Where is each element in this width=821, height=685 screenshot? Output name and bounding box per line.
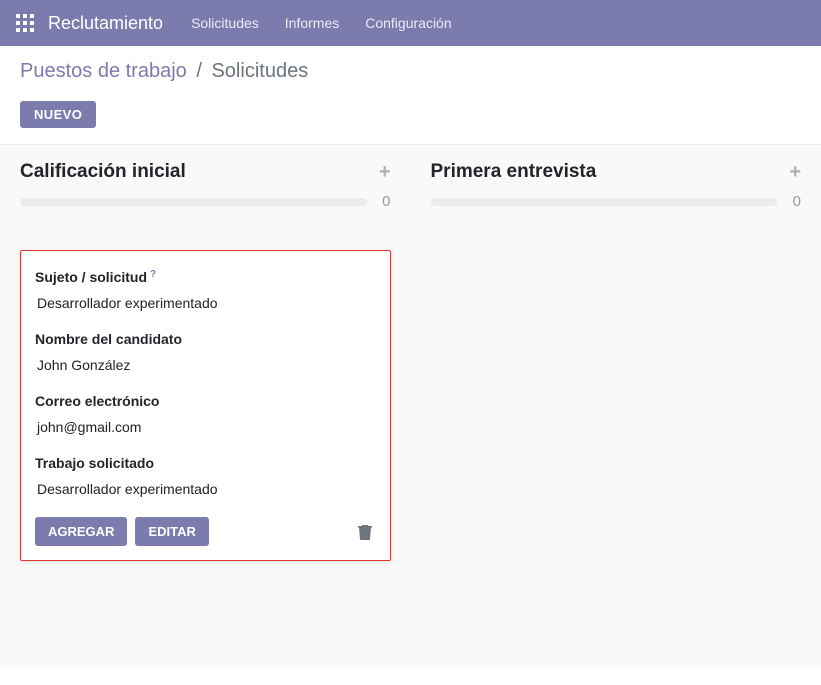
field-value-job[interactable]: Desarrollador experimentado (35, 481, 376, 497)
edit-button[interactable]: EDITAR (135, 517, 208, 546)
column-header: Primera entrevista + (431, 161, 802, 183)
trash-icon[interactable] (354, 520, 376, 544)
kanban-board: Calificación inicial + 0 Sujeto / solici… (0, 145, 821, 665)
app-brand[interactable]: Reclutamiento (48, 13, 163, 34)
kanban-column-initial-qualification: Calificación inicial + 0 Sujeto / solici… (20, 161, 391, 625)
field-subject: Sujeto / solicitud ? Desarrollador exper… (35, 269, 376, 311)
label-text: Nombre del candidato (35, 331, 182, 347)
breadcrumb-root[interactable]: Puestos de trabajo (20, 60, 187, 82)
card-actions: AGREGAR EDITAR (35, 517, 376, 546)
nav-item-configuracion[interactable]: Configuración (365, 15, 451, 31)
column-header: Calificación inicial + (20, 161, 391, 183)
breadcrumb-current: Solicitudes (211, 60, 308, 82)
quick-create-card: Sujeto / solicitud ? Desarrollador exper… (20, 250, 391, 561)
progress-bar (431, 198, 778, 206)
column-title: Calificación inicial (20, 161, 186, 183)
column-count: 0 (377, 193, 391, 210)
field-job: Trabajo solicitado Desarrollador experim… (35, 455, 376, 497)
field-value-email[interactable]: john@gmail.com (35, 419, 376, 435)
column-add-icon[interactable]: + (379, 162, 391, 182)
new-button[interactable]: NUEVO (20, 101, 96, 128)
field-value-candidate[interactable]: John González (35, 357, 376, 373)
column-add-icon[interactable]: + (789, 162, 801, 182)
kanban-column-first-interview: Primera entrevista + 0 (431, 161, 802, 625)
help-icon[interactable]: ? (150, 269, 156, 280)
progress-bar (20, 198, 367, 206)
page-header: Puestos de trabajo / Solicitudes NUEVO (0, 46, 821, 145)
column-count: 0 (787, 193, 801, 210)
field-email: Correo electrónico john@gmail.com (35, 393, 376, 435)
apps-icon[interactable] (16, 14, 34, 32)
field-label-job: Trabajo solicitado (35, 455, 376, 471)
column-progress: 0 (431, 193, 802, 210)
top-nav: Reclutamiento Solicitudes Informes Confi… (0, 0, 821, 46)
field-label-candidate: Nombre del candidato (35, 331, 376, 347)
field-label-email: Correo electrónico (35, 393, 376, 409)
label-text: Trabajo solicitado (35, 455, 154, 471)
breadcrumb-separator: / (196, 60, 202, 82)
breadcrumb: Puestos de trabajo / Solicitudes (20, 60, 801, 83)
column-title: Primera entrevista (431, 161, 597, 183)
field-value-subject[interactable]: Desarrollador experimentado (35, 295, 376, 311)
field-candidate: Nombre del candidato John González (35, 331, 376, 373)
field-label-subject: Sujeto / solicitud ? (35, 269, 376, 285)
nav-item-solicitudes[interactable]: Solicitudes (191, 15, 259, 31)
column-progress: 0 (20, 193, 391, 210)
label-text: Correo electrónico (35, 393, 159, 409)
nav-item-informes[interactable]: Informes (285, 15, 339, 31)
label-text: Sujeto / solicitud (35, 269, 147, 285)
add-button[interactable]: AGREGAR (35, 517, 127, 546)
